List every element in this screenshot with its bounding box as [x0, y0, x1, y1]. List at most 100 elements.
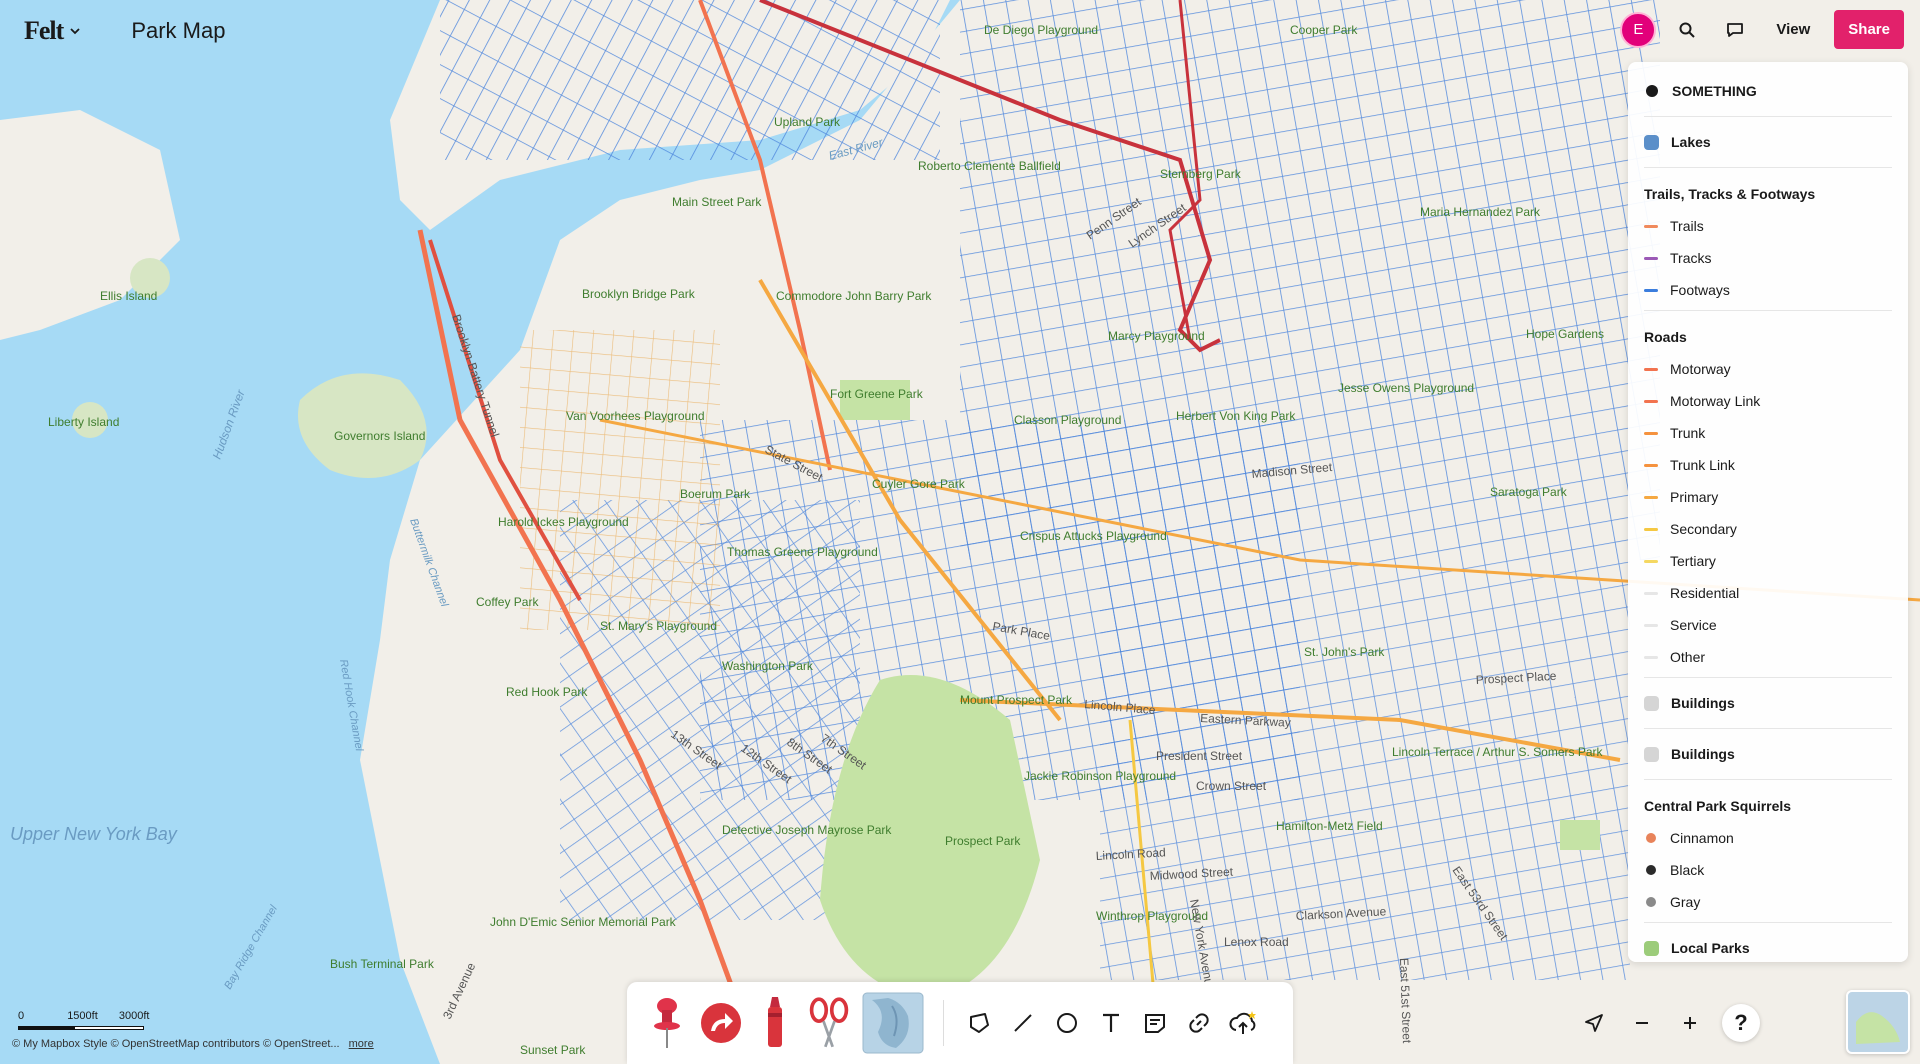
legend-swatch	[1644, 256, 1658, 260]
map-label-bush-terminal: Bush Terminal Park	[330, 957, 435, 971]
line-tool[interactable]	[1006, 1001, 1040, 1045]
map-label-classon: Classon Playground	[1014, 413, 1121, 427]
map-title[interactable]: Park Map	[131, 18, 225, 44]
legend-item-label: Service	[1670, 617, 1717, 633]
legend-item-tertiary: Tertiary	[1644, 545, 1892, 577]
map-label-st-marys: St. Mary's Playground	[600, 619, 717, 633]
app-root: Prospect Park Fort Greene Park Commodore…	[0, 0, 1920, 1064]
legend-layer-buildings-2[interactable]: Buildings	[1644, 733, 1892, 775]
legend-layer-label: Local Parks	[1671, 940, 1750, 956]
legend-item-cinnamon: Cinnamon	[1644, 822, 1892, 854]
map-label-maria-hernandez: Maria Hernandez Park	[1420, 205, 1541, 219]
map-label-crown-street: Crown Street	[1196, 779, 1267, 793]
attribution-more-link[interactable]: more	[349, 1038, 374, 1050]
map-label-mayrose: Detective Joseph Mayrose Park	[722, 823, 892, 837]
legend-layer-label: SOMETHING	[1672, 83, 1757, 99]
locate-button[interactable]	[1578, 1007, 1610, 1039]
upload-cloud-icon	[1229, 1011, 1256, 1034]
map-label-marcy: Marcy Playground	[1108, 329, 1205, 343]
zoom-out-button[interactable]	[1626, 1007, 1658, 1039]
link-icon	[1189, 1013, 1209, 1033]
legend-swatch	[1644, 431, 1658, 435]
divider	[1644, 922, 1892, 923]
legend-item-tracks: Tracks	[1644, 242, 1892, 274]
legend-item-trails: Trails	[1644, 210, 1892, 242]
legend-swatch	[1644, 288, 1658, 292]
legend-layer-label: Buildings	[1671, 746, 1735, 762]
divider	[1644, 310, 1892, 311]
legend-swatch	[1644, 367, 1658, 371]
legend-layer-local-parks[interactable]: Local Parks	[1644, 927, 1892, 962]
minimap-toggle[interactable]	[1846, 990, 1910, 1054]
legend-swatch	[1646, 85, 1658, 97]
park-patch	[1560, 820, 1600, 850]
topbar-right: E View Share	[1620, 10, 1904, 49]
legend-swatch	[1644, 591, 1658, 595]
map-label-prospect-park: Prospect Park	[945, 834, 1021, 848]
map-label-thomas-greene: Thomas Greene Playground	[727, 545, 878, 559]
attribution-text: © My Mapbox Style © OpenStreetMap contri…	[12, 1038, 340, 1050]
comments-button[interactable]	[1718, 13, 1752, 47]
search-button[interactable]	[1670, 13, 1704, 47]
marker-icon	[768, 997, 782, 1047]
legend-layer-lakes[interactable]: Lakes	[1644, 121, 1892, 163]
pin-tool[interactable]	[645, 993, 689, 1053]
zoom-in-button[interactable]	[1674, 1007, 1706, 1039]
map-label-herbert-von-king: Herbert Von King Park	[1176, 409, 1296, 423]
legend-item-gray: Gray	[1644, 886, 1892, 918]
legend-item-label: Gray	[1670, 894, 1701, 910]
route-tool[interactable]	[699, 993, 743, 1053]
minus-icon	[1636, 1022, 1648, 1024]
view-button[interactable]: View	[1766, 15, 1820, 44]
legend-layer-something[interactable]: SOMETHING	[1644, 70, 1892, 112]
map-label-upland: Upland Park	[774, 115, 841, 129]
upload-tool[interactable]	[1226, 1001, 1260, 1045]
comment-icon	[1727, 22, 1744, 37]
scale-tick-1: 1500ft	[67, 1010, 98, 1022]
polygon-tool[interactable]	[962, 1001, 996, 1045]
link-tool[interactable]	[1182, 1001, 1216, 1045]
basemap-tool[interactable]	[861, 992, 925, 1054]
legend-group-title[interactable]: Central Park Squirrels	[1644, 784, 1892, 822]
circle-tool[interactable]	[1050, 1001, 1084, 1045]
share-button[interactable]: Share	[1834, 10, 1904, 49]
map-label-de-diego: De Diego Playground	[984, 23, 1098, 37]
legend-item-secondary: Secondary	[1644, 513, 1892, 545]
scale-bar	[18, 1026, 144, 1030]
legend-layer-buildings[interactable]: Buildings	[1644, 682, 1892, 724]
legend-swatch	[1646, 833, 1656, 843]
legend-item-label: Primary	[1670, 489, 1719, 505]
legend-group-title[interactable]: Roads	[1644, 315, 1892, 353]
legend-swatch	[1644, 655, 1658, 659]
help-button[interactable]: ?	[1722, 1004, 1760, 1042]
map-label-lincoln-terrace: Lincoln Terrace / Arthur S. Somers Park	[1392, 745, 1604, 759]
map-label-cooper: Cooper Park	[1290, 23, 1358, 37]
legend-item-residential: Residential	[1644, 577, 1892, 609]
map-label-ellis-island: Ellis Island	[100, 289, 157, 303]
legend-swatch	[1646, 865, 1656, 875]
note-icon	[1145, 1014, 1165, 1033]
map-label-coffey: Coffey Park	[476, 595, 539, 609]
map-label-harold-ickes: Harold Ickes Playground	[498, 515, 629, 529]
text-tool[interactable]	[1094, 1001, 1128, 1045]
text-icon	[1103, 1013, 1119, 1032]
legend-item-trunk-link: Trunk Link	[1644, 449, 1892, 481]
minimap-icon	[1856, 1012, 1900, 1044]
legend-item-service: Service	[1644, 609, 1892, 641]
legend-item-label: Tracks	[1670, 250, 1712, 266]
avatar[interactable]: E	[1620, 11, 1657, 48]
map-label-commodore: Commodore John Barry Park	[776, 289, 932, 303]
legend-swatch	[1646, 897, 1656, 907]
legend-group-title[interactable]: Trails, Tracks & Footways	[1644, 172, 1892, 210]
logo-menu-button[interactable]: Felt	[24, 16, 81, 46]
note-tool[interactable]	[1138, 1001, 1172, 1045]
scissors-tool[interactable]	[807, 993, 851, 1053]
map-label-boerum: Boerum Park	[680, 487, 751, 501]
legend-layer-label: Buildings	[1671, 695, 1735, 711]
legend-panel: SOMETHING Lakes Trails, Tracks & Footway…	[1628, 62, 1908, 962]
legend-swatch	[1644, 695, 1659, 711]
map-label-jackie-robinson: Jackie Robinson Playground	[1024, 769, 1176, 783]
chevron-down-icon	[70, 28, 80, 35]
marker-tool[interactable]	[753, 993, 797, 1053]
map-label-jesse-owens: Jesse Owens Playground	[1338, 381, 1474, 395]
